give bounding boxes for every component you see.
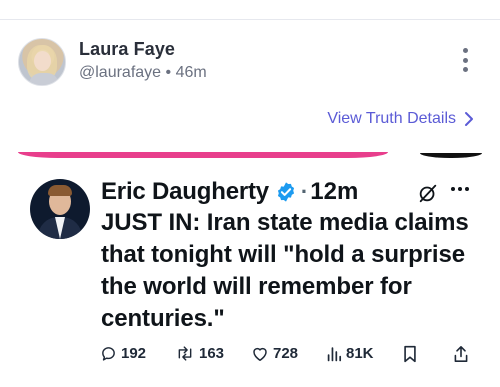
embedded-image-edge-dark	[420, 153, 482, 158]
reply-button[interactable]: 192	[100, 345, 146, 362]
tweet-author-name[interactable]: Eric Daugherty	[101, 178, 269, 206]
verified-badge-icon	[277, 182, 294, 202]
avatar[interactable]	[18, 38, 66, 86]
author-name[interactable]: Laura Faye	[79, 39, 175, 60]
meta-separator: •	[165, 64, 172, 81]
views-icon	[327, 347, 342, 362]
like-button[interactable]: 728	[251, 345, 298, 362]
reply-icon	[102, 347, 115, 361]
avatar-body	[29, 73, 59, 85]
post-age: 46m	[175, 64, 207, 81]
views-count: 81K	[346, 345, 374, 362]
embedded-tweet: Eric Daugherty · 12m JUST IN: Iran state…	[0, 165, 500, 387]
repost-count: 163	[199, 345, 225, 362]
view-details-label: View Truth Details	[327, 110, 456, 127]
tweet-avatar[interactable]	[30, 179, 90, 239]
repost-icon	[178, 346, 192, 361]
tweet-text: JUST IN: Iran state media claims that to…	[101, 209, 469, 332]
avatar-hair	[48, 185, 72, 196]
reply-count: 192	[121, 345, 147, 362]
kebab-menu-icon[interactable]	[460, 48, 470, 72]
like-count: 728	[273, 345, 299, 362]
tweet-actions: 192 163 728 81K	[100, 345, 475, 367]
top-divider	[0, 19, 500, 20]
grok-icon[interactable]	[417, 182, 439, 204]
views-button[interactable]: 81K	[326, 345, 374, 362]
like-icon	[253, 347, 267, 361]
tweet-time[interactable]: 12m	[310, 178, 358, 206]
author-meta: @laurafaye • 46m	[79, 64, 207, 82]
embedded-image-edge	[18, 152, 388, 158]
repost-button[interactable]: 163	[175, 345, 224, 362]
share-icon	[454, 346, 468, 362]
bookmark-icon	[404, 345, 416, 363]
more-icon[interactable]	[451, 187, 469, 191]
author-handle[interactable]: @laurafaye	[79, 64, 161, 81]
time-separator: ·	[300, 179, 309, 204]
share-button[interactable]	[453, 345, 469, 363]
tweet-author-row: Eric Daugherty · 12m	[101, 178, 358, 206]
view-details-link[interactable]: View Truth Details	[327, 110, 474, 128]
truth-post-header: Laura Faye @laurafaye • 46m	[18, 38, 482, 88]
avatar-face	[34, 51, 51, 71]
bookmark-button[interactable]	[403, 345, 417, 363]
chevron-right-icon	[465, 112, 473, 126]
